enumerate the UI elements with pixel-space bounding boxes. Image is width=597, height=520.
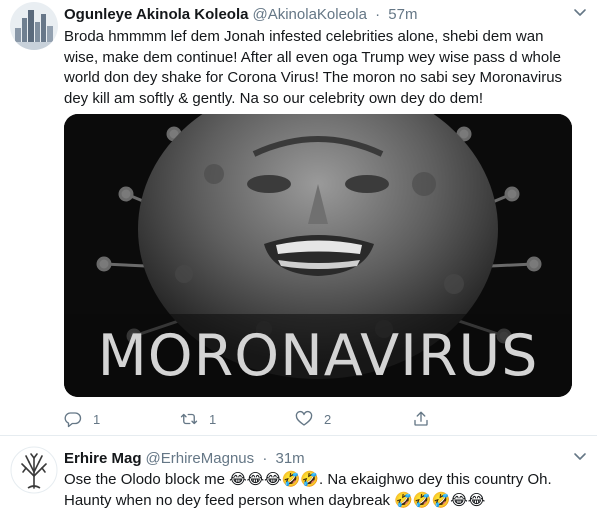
tweet-text: Broda hmmmm lef dem Jonah infested celeb… <box>64 28 563 107</box>
tweet[interactable]: Ogunleye Akinola Koleola @AkinolaKoleola … <box>0 0 597 436</box>
reply-count: 1 <box>93 411 101 427</box>
display-name[interactable]: Ogunleye Akinola Koleola <box>64 6 248 23</box>
like-button[interactable]: 2 <box>295 409 331 429</box>
share-icon <box>414 411 428 426</box>
tweet-image[interactable]: MORONAVIRUS <box>64 114 572 397</box>
tweet-header: Erhire Mag @ErhireMagnus · 31m <box>64 449 587 469</box>
reply-icon <box>64 412 82 428</box>
timestamp[interactable]: 31m <box>275 450 304 467</box>
timestamp[interactable]: 57m <box>388 6 417 23</box>
separator: · <box>262 450 268 467</box>
tweet-text: Ose the Olodo block me 😂😂😂🤣🤣. Na ekaighw… <box>64 471 552 509</box>
user-handle[interactable]: @AkinolaKoleola <box>252 6 366 23</box>
tweet-header: Ogunleye Akinola Koleola @AkinolaKoleola … <box>64 5 587 25</box>
chevron-down-icon[interactable] <box>573 5 587 19</box>
separator: · <box>375 6 381 23</box>
like-count: 2 <box>324 411 332 427</box>
retweet-icon <box>180 413 198 425</box>
retweet-button[interactable]: 1 <box>180 409 216 429</box>
image-caption: MORONAVIRUS <box>97 323 539 389</box>
tweet-actions: 1 1 2 <box>64 409 544 429</box>
display-name[interactable]: Erhire Mag <box>64 450 142 467</box>
user-handle[interactable]: @ErhireMagnus <box>146 450 255 467</box>
share-button[interactable] <box>412 409 441 429</box>
heart-icon <box>295 410 313 426</box>
retweet-count: 1 <box>209 411 217 427</box>
reply-button[interactable]: 1 <box>64 409 100 429</box>
tweet[interactable]: Erhire Mag @ErhireMagnus · 31m Ose the Ol… <box>0 437 597 520</box>
chevron-down-icon[interactable] <box>573 449 587 463</box>
avatar[interactable] <box>10 2 58 50</box>
avatar[interactable] <box>10 446 58 494</box>
